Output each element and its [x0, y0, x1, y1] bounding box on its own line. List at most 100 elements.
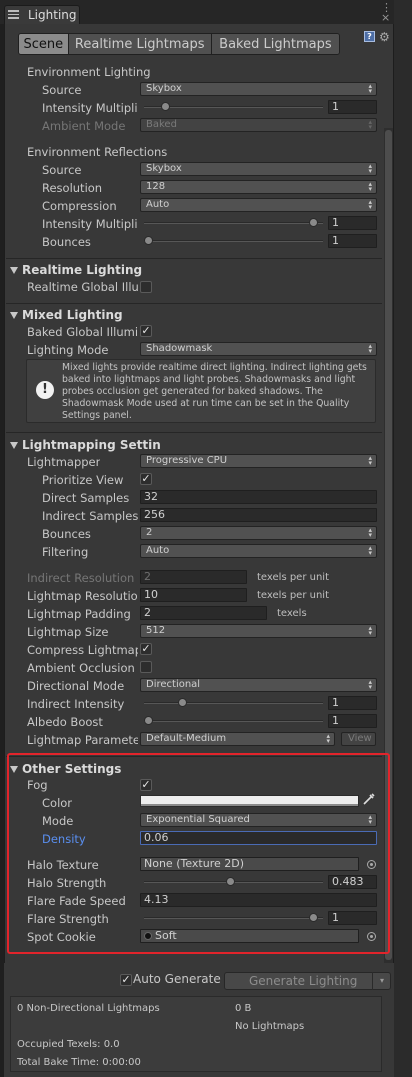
directional-mode-value: Directional — [146, 679, 201, 690]
lighting-mode-dropdown[interactable]: Shadowmask ▴ ▾ — [140, 342, 377, 356]
lightmapper-dropdown[interactable]: Progressive CPU ▴ ▾ — [140, 454, 377, 468]
auto-generate-label: Auto Generate — [133, 972, 221, 986]
lightmap-parameters-dropdown[interactable]: Default-Medium ▴ ▾ — [140, 732, 335, 746]
env-source-dropdown[interactable]: Skybox ▴ ▾ — [140, 82, 377, 96]
env-intensity-label: Intensity Multiplie — [42, 101, 138, 115]
compress-lightmaps-checkbox[interactable]: ✓ — [140, 643, 152, 655]
filtering-dropdown[interactable]: Auto ▴ ▾ — [140, 544, 377, 558]
env-source-label: Source — [42, 83, 82, 97]
auto-generate-checkbox[interactable]: ✓ — [120, 974, 132, 986]
albedo-boost-label: Albedo Boost — [27, 715, 103, 729]
direct-samples-field[interactable]: 32 — [140, 490, 377, 504]
lightmapping-settings-header[interactable]: Lightmapping Settin — [22, 438, 161, 452]
refl-source-label: Source — [42, 163, 82, 177]
env-intensity-slider-knob[interactable] — [161, 102, 170, 111]
baked-gi-label: Baked Global Illumi — [27, 325, 138, 339]
indirect-resolution-field: 2 — [140, 570, 247, 584]
window-title: Lighting — [28, 8, 77, 22]
foldout-arrow-icon[interactable] — [10, 267, 18, 274]
realtime-gi-checkbox[interactable] — [140, 281, 152, 293]
dropdown-arrow-icon: ▴ ▾ — [368, 82, 372, 95]
env-intensity-field[interactable]: 1 — [328, 100, 377, 114]
lighting-toolbar: Scene Realtime Lightmaps Baked Lightmaps — [18, 33, 340, 55]
realtime-lighting-header[interactable]: Realtime Lighting — [22, 263, 142, 277]
lm-bounces-label: Bounces — [42, 527, 91, 541]
lightmapper-label: Lightmapper — [27, 455, 101, 469]
indirect-intensity-label: Indirect Intensity — [27, 697, 125, 711]
help-icon[interactable]: ? — [364, 31, 375, 42]
refl-intensity-label: Intensity Multiplie — [42, 217, 138, 231]
section-divider — [6, 432, 382, 433]
environment-lighting-header: Environment Lighting — [27, 65, 151, 79]
lighting-mode-value: Shadowmask — [146, 343, 213, 354]
refl-bounces-slider[interactable] — [144, 240, 323, 242]
tab-realtime-lightmaps[interactable]: Realtime Lightmaps — [68, 34, 212, 54]
ambient-mode-label: Ambient Mode — [42, 119, 126, 133]
ambient-mode-value: Baked — [146, 119, 177, 130]
indirect-intensity-slider[interactable] — [144, 702, 323, 704]
refl-bounces-label: Bounces — [42, 235, 91, 249]
generate-lighting-button[interactable]: Generate Lighting — [224, 972, 391, 990]
refl-resolution-dropdown[interactable]: 128 ▴ ▾ — [140, 180, 377, 194]
env-source-value: Skybox — [146, 83, 182, 94]
ambient-occlusion-checkbox[interactable] — [140, 661, 152, 673]
indirect-resolution-unit: texels per unit — [257, 572, 329, 583]
tab-scene[interactable]: Scene — [19, 34, 69, 54]
highlight-box — [7, 753, 390, 954]
foldout-arrow-icon[interactable] — [10, 312, 18, 319]
refl-intensity-field[interactable]: 1 — [328, 216, 377, 230]
albedo-boost-field[interactable]: 1 — [328, 714, 377, 728]
lightmap-padding-field[interactable]: 2 — [140, 606, 267, 620]
prioritize-view-checkbox[interactable]: ✓ — [140, 473, 152, 485]
directional-mode-dropdown[interactable]: Directional ▴ ▾ — [140, 678, 377, 692]
dropdown-arrow-icon: ▴ ▾ — [368, 162, 372, 175]
dropdown-arrow-icon: ▴ ▾ — [368, 118, 372, 131]
lightmap-resolution-field[interactable]: 10 — [140, 588, 247, 602]
refl-compression-label: Compression — [42, 199, 117, 213]
indirect-resolution-label: Indirect Resolution — [27, 571, 135, 585]
total-bake-time: Total Bake Time: 0:00:00 — [17, 1057, 141, 1068]
lm-bounces-dropdown[interactable]: 2 ▴ ▾ — [140, 526, 377, 540]
environment-reflections-header: Environment Reflections — [27, 145, 168, 159]
baked-gi-checkbox[interactable]: ✓ — [140, 325, 152, 337]
info-exclamation-icon: ! — [36, 381, 54, 399]
refl-resolution-label: Resolution — [42, 181, 103, 195]
directional-mode-label: Directional Mode — [27, 679, 125, 693]
lightmap-size-total: 0 B — [235, 1003, 252, 1014]
dropdown-arrow-icon: ▴ ▾ — [368, 624, 372, 637]
refl-bounces-field[interactable]: 1 — [328, 234, 377, 248]
dropdown-arrow-icon: ▴ ▾ — [368, 180, 372, 193]
background-editor — [394, 0, 412, 1077]
lightmap-size-label: Lightmap Size — [27, 625, 109, 639]
settings-gear-icon[interactable]: ⚙ — [379, 30, 390, 44]
lightmap-parameters-value: Default-Medium — [146, 733, 227, 744]
ambient-mode-dropdown: Baked ▴ ▾ — [140, 118, 377, 132]
lightmap-size-value: 512 — [146, 625, 166, 636]
dropdown-arrow-icon: ▴ ▾ — [326, 732, 330, 745]
albedo-boost-slider[interactable] — [144, 720, 323, 722]
foldout-arrow-icon[interactable] — [10, 442, 18, 449]
mixed-lighting-header[interactable]: Mixed Lighting — [22, 308, 123, 322]
tab-baked-lightmaps[interactable]: Baked Lightmaps — [211, 34, 339, 54]
section-divider — [6, 258, 382, 259]
refl-bounces-slider-knob[interactable] — [144, 236, 153, 245]
close-icon[interactable]: × — [381, 12, 390, 23]
lightmap-size-dropdown[interactable]: 512 ▴ ▾ — [140, 624, 377, 638]
dropdown-arrow-icon: ▴ ▾ — [368, 544, 372, 557]
generate-options-arrow-icon[interactable]: ▾ — [372, 972, 391, 990]
refl-source-dropdown[interactable]: Skybox ▴ ▾ — [140, 162, 377, 176]
dropdown-arrow-icon: ▴ ▾ — [368, 526, 372, 539]
lighting-tab-icon — [8, 10, 19, 19]
env-intensity-slider[interactable] — [144, 106, 323, 108]
direct-samples-label: Direct Samples — [42, 491, 130, 505]
view-button: View — [341, 732, 376, 746]
albedo-boost-slider-knob[interactable] — [144, 716, 153, 725]
filtering-value: Auto — [146, 545, 170, 556]
refl-compression-dropdown[interactable]: Auto ▴ ▾ — [140, 198, 377, 212]
lightmap-resolution-label: Lightmap Resolutio — [27, 589, 138, 603]
refl-intensity-slider[interactable] — [144, 222, 323, 224]
indirect-samples-field[interactable]: 256 — [140, 508, 377, 522]
indirect-intensity-slider-knob[interactable] — [178, 698, 187, 707]
indirect-intensity-field[interactable]: 1 — [328, 696, 377, 710]
refl-intensity-slider-knob[interactable] — [308, 218, 318, 227]
